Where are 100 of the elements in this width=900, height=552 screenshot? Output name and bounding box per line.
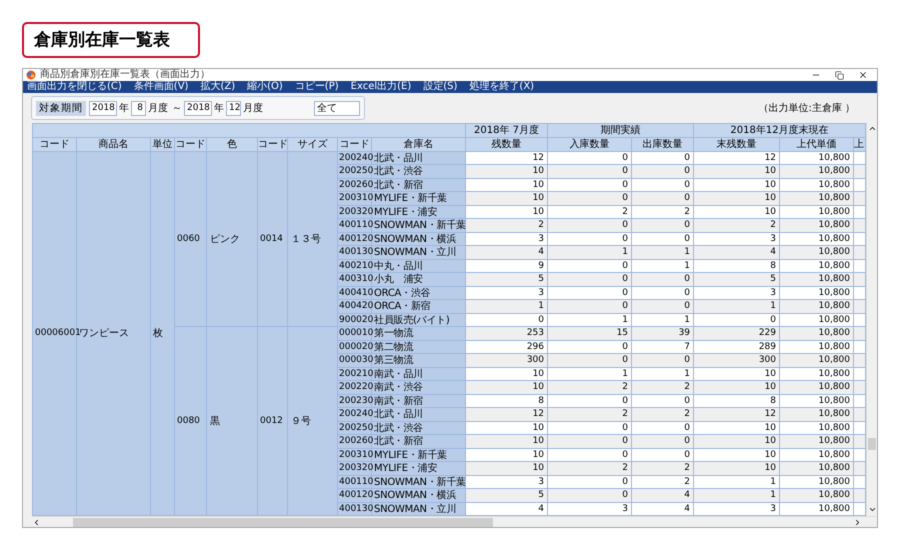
- table-cell: 0: [548, 488, 632, 502]
- table-cell: 200250: [338, 164, 372, 178]
- output-unit: （出力単位:主倉庫 ）: [758, 102, 855, 116]
- table-cell: 400110: [338, 218, 372, 232]
- column-header: サイズ: [288, 137, 338, 152]
- table-cell: 0: [548, 232, 632, 246]
- table-cell: 10,800: [780, 205, 854, 219]
- table-cell: 10,800: [780, 380, 854, 394]
- table-cell: 2: [548, 462, 632, 476]
- table-cell: 中丸・品川: [372, 259, 466, 273]
- table-cell: 3: [548, 502, 632, 516]
- table-cell: 8: [694, 394, 780, 408]
- table-cell: 0: [548, 286, 632, 300]
- table-cell: 10: [694, 448, 780, 462]
- column-header: 残数量: [466, 137, 548, 152]
- scroll-left-icon[interactable]: [32, 518, 41, 527]
- table-cell: 0014: [258, 151, 288, 327]
- table-cell: 北武・渋谷: [372, 421, 466, 435]
- table-cell: MYLIFE・新千葉: [372, 448, 466, 462]
- table-cell: ピンク: [206, 151, 258, 327]
- table-cell: 400120: [338, 232, 372, 246]
- table-cell: 10: [466, 434, 548, 448]
- table-cell: 2: [548, 408, 632, 422]
- scroll-thumb[interactable]: [73, 518, 493, 527]
- table-cell: 10,800: [780, 354, 854, 368]
- vertical-scrollbar[interactable]: [866, 122, 877, 516]
- table-cell: 0: [548, 340, 632, 354]
- table-cell: 10: [694, 367, 780, 381]
- scroll-thumb[interactable]: [868, 438, 876, 450]
- horizontal-scrollbar[interactable]: [32, 516, 876, 527]
- table-cell: 10: [466, 421, 548, 435]
- table-cell: 3: [694, 286, 780, 300]
- table-cell: １３号: [288, 151, 338, 327]
- menu-item[interactable]: 画面出力を閉じる(C): [27, 81, 122, 94]
- table-cell: 0: [548, 394, 632, 408]
- table-cell: 400410: [338, 286, 372, 300]
- menu-item[interactable]: 条件画面(V): [134, 81, 188, 94]
- table-cell: 0: [632, 192, 694, 206]
- menu-item[interactable]: コピー(P): [294, 81, 339, 94]
- table-cell: 2: [632, 475, 694, 489]
- table-cell: 400110: [338, 475, 372, 489]
- table-cell: 15: [548, 326, 632, 340]
- table-cell: 200220: [338, 380, 372, 394]
- table-cell: 南武・品川: [372, 367, 466, 381]
- table-cell: SNOWMAN・新千葉: [372, 475, 466, 489]
- month-field[interactable]: 8: [131, 100, 146, 116]
- table-cell: 10,800: [780, 151, 854, 165]
- table-cell: 2: [632, 205, 694, 219]
- table-cell: 200320: [338, 205, 372, 219]
- table-cell: 1: [694, 488, 780, 502]
- table-cell: 296: [466, 340, 548, 354]
- table-cell: 12: [694, 151, 780, 165]
- table-cell: 200310: [338, 192, 372, 206]
- table-cell: 3: [694, 232, 780, 246]
- month-field[interactable]: 12: [226, 100, 241, 116]
- table-cell: 10: [694, 205, 780, 219]
- table-cell: MYLIFE・浦安: [372, 205, 466, 219]
- table-cell: 10,800: [780, 488, 854, 502]
- menu-item[interactable]: 縮小(O): [247, 81, 283, 94]
- restore-icon[interactable]: [835, 70, 844, 80]
- table-cell: 4: [694, 246, 780, 260]
- table-cell: 3: [466, 475, 548, 489]
- table-cell: 0060: [174, 151, 206, 327]
- table-cell: 南武・新宿: [372, 394, 466, 408]
- menu-item[interactable]: Excel出力(E): [350, 81, 412, 94]
- table-cell: 200320: [338, 462, 372, 476]
- table-cell: SNOWMAN・横浜: [372, 232, 466, 246]
- column-group-header: 2018年 7月度: [466, 123, 548, 138]
- table-cell: 0: [632, 286, 694, 300]
- table-cell: 10,800: [780, 340, 854, 354]
- table-cell: 0: [632, 448, 694, 462]
- table-cell: 3: [466, 286, 548, 300]
- table-cell: 10,800: [780, 164, 854, 178]
- table-cell: 0: [548, 475, 632, 489]
- table-cell: 0: [632, 394, 694, 408]
- table-cell: 10: [466, 367, 548, 381]
- table-cell: 2: [632, 462, 694, 476]
- table-cell: 0: [694, 313, 780, 327]
- table-cell: 253: [466, 326, 548, 340]
- table-cell: 200240: [338, 151, 372, 165]
- scroll-right-icon[interactable]: [853, 518, 862, 527]
- menu-item[interactable]: 設定(S): [423, 81, 458, 94]
- year-field[interactable]: 2018: [184, 100, 212, 116]
- table-cell: 300: [466, 354, 548, 368]
- table-cell: 北武・新宿: [372, 178, 466, 192]
- table-cell: 200240: [338, 408, 372, 422]
- table-cell: 10: [694, 380, 780, 394]
- scope-field[interactable]: 全て: [314, 100, 360, 116]
- table-cell: 0: [632, 178, 694, 192]
- table-cell: 0: [548, 300, 632, 314]
- table-cell: 8: [466, 394, 548, 408]
- table-cell: 2: [632, 380, 694, 394]
- table-cell: 0: [548, 178, 632, 192]
- menu-item[interactable]: 処理を終了(X): [469, 81, 534, 94]
- table-cell: 第二物流: [372, 340, 466, 354]
- column-group-header: 期間実績: [548, 123, 694, 138]
- menu-item[interactable]: 拡大(Z): [200, 81, 236, 94]
- close-icon[interactable]: [858, 70, 868, 80]
- table-cell: 10: [694, 462, 780, 476]
- year-field[interactable]: 2018: [89, 100, 117, 116]
